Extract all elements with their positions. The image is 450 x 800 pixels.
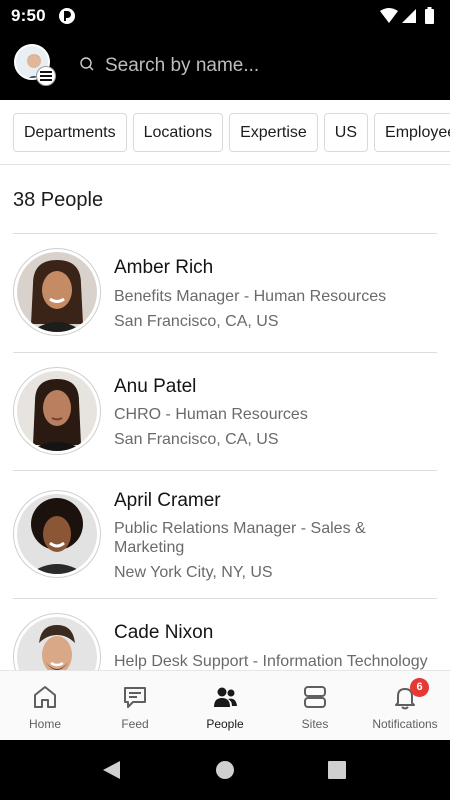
recents-icon[interactable] [328,761,346,779]
person-title: Public Relations Manager - Sales & Marke… [114,520,366,556]
nav-label: Home [28,717,61,731]
nav-label: Feed [121,717,149,731]
people-directory: Departments Locations Expertise US Emplo… [0,100,450,670]
person-name: Amber Rich [114,257,214,278]
status-time: 9:50 [11,6,46,25]
divider [13,470,437,471]
bottom-navigation: Home Feed People Sites 6 Notifications [0,670,450,740]
nav-sites[interactable]: Sites [270,671,360,741]
profile-avatar-button[interactable] [14,44,56,86]
nav-feed[interactable]: Feed [90,671,180,741]
app-notification-icon [59,8,75,24]
person-list-item[interactable]: Anu Patel CHRO - Human Resources San Fra… [13,367,437,471]
person-title: Help Desk Support - Information Technolo… [114,653,428,670]
filter-chips: Departments Locations Expertise US Emplo… [13,113,450,152]
nav-home[interactable]: Home [0,671,90,741]
menu-icon [36,66,56,86]
person-name: April Cramer [114,490,221,511]
battery-icon [425,9,434,24]
chip-employee[interactable]: Employee [374,113,450,152]
nav-label: Notifications [372,717,438,731]
feed-icon [124,687,146,708]
system-navigation-bar [0,740,450,800]
nav-label: Sites [301,717,329,731]
notification-count-badge: 6 [410,678,429,697]
nav-notifications[interactable]: 6 Notifications [360,671,450,741]
results-count: 38 People [13,189,104,211]
search-placeholder: Search by name... [105,55,260,76]
person-avatar [13,613,101,670]
search-input[interactable]: Search by name... [78,48,438,84]
signal-icon [402,9,416,23]
divider [0,164,450,165]
nav-people[interactable]: People [180,671,270,741]
person-location: New York City, NY, US [114,564,273,581]
back-icon[interactable] [100,759,122,781]
person-list-item[interactable]: Cade Nixon Help Desk Support - Informati… [13,613,437,670]
divider [13,352,437,353]
nav-label: People [206,717,244,731]
status-bar: 9:50 [0,0,450,32]
person-avatar [13,490,101,578]
person-avatar [13,367,101,455]
search-icon [80,57,94,71]
sites-icon [304,686,326,708]
chip-us[interactable]: US [323,113,369,152]
person-location: San Francisco, CA, US [114,313,279,330]
status-icons [380,7,434,24]
person-location: San Francisco, CA, US [114,431,279,448]
person-name: Anu Patel [114,376,197,397]
person-name: Cade Nixon [114,622,214,643]
chip-departments[interactable]: Departments [13,113,127,152]
person-list-item[interactable]: Amber Rich Benefits Manager - Human Reso… [13,248,437,352]
home-circle-icon[interactable] [215,760,235,780]
divider [13,598,437,599]
person-avatar [13,248,101,336]
chip-expertise[interactable]: Expertise [229,113,318,152]
home-icon [34,686,56,708]
people-icon [214,687,237,707]
person-title: CHRO - Human Resources [114,406,308,423]
app-header: Search by name... [0,32,450,100]
wifi-icon [380,8,398,23]
person-title: Benefits Manager - Human Resources [114,288,387,305]
chip-locations[interactable]: Locations [132,113,224,152]
person-list-item[interactable]: April Cramer Public Relations Manager - … [13,490,437,600]
divider [13,233,437,234]
